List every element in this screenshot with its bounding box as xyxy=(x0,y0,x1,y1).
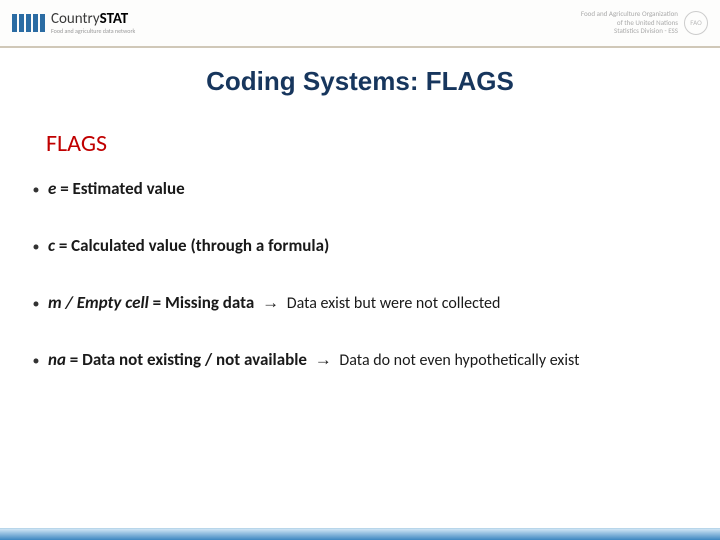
logo-subtitle: Food and agriculture data network xyxy=(51,28,135,34)
flag-code: na xyxy=(48,349,66,370)
flag-code: c xyxy=(48,235,55,256)
bullet-list: • e = Estimated value • c = Calculated v… xyxy=(0,158,720,370)
fao-text: Food and Agriculture Organization of the… xyxy=(581,10,678,35)
flag-code: m / Empty cell xyxy=(48,292,149,313)
flag-eq: = xyxy=(149,292,165,313)
section-heading: FLAGS xyxy=(46,129,720,158)
list-item: • c = Calculated value (through a formul… xyxy=(24,235,696,256)
list-item: • e = Estimated value xyxy=(24,178,696,199)
list-item: • m / Empty cell = Missing data → Data e… xyxy=(24,292,696,313)
flag-label: Calculated value (through a formula) xyxy=(71,235,329,256)
bullet-text: na = Data not existing / not available →… xyxy=(48,349,579,370)
bullet-dot-icon: • xyxy=(24,295,48,312)
flag-label: Data not existing / not available xyxy=(82,349,311,370)
bullet-text: m / Empty cell = Missing data → Data exi… xyxy=(48,292,500,313)
slide-title: Coding Systems: FLAGS xyxy=(0,66,720,97)
logo-plain: Country xyxy=(51,10,100,28)
flag-explanation: Data exist but were not collected xyxy=(283,294,500,313)
logo-main: CountrySTAT xyxy=(51,12,135,27)
bullet-dot-icon: • xyxy=(24,238,48,255)
flag-eq: = xyxy=(56,178,72,199)
arrow-icon: → xyxy=(262,293,279,312)
flag-label: Missing data xyxy=(165,292,258,313)
flag-eq: = xyxy=(66,349,82,370)
bullet-text: e = Estimated value xyxy=(48,178,185,199)
list-item: • na = Data not existing / not available… xyxy=(24,349,696,370)
bullet-dot-icon: • xyxy=(24,181,48,198)
flag-explanation: Data do not even hypothetically exist xyxy=(336,351,580,370)
bullet-text: c = Calculated value (through a formula) xyxy=(48,235,329,256)
header-right: Food and Agriculture Organization of the… xyxy=(581,10,708,35)
slide-header: CountrySTAT Food and agriculture data ne… xyxy=(0,0,720,48)
arrow-icon: → xyxy=(315,350,332,369)
bullet-dot-icon: • xyxy=(24,352,48,369)
flag-eq: = xyxy=(55,235,71,256)
logo-text: CountrySTAT Food and agriculture data ne… xyxy=(51,12,135,34)
fao-line3: Statistics Division - ESS xyxy=(581,27,678,35)
fao-logo-icon: FAO xyxy=(684,11,708,35)
logo-bold: STAT xyxy=(100,10,129,28)
flag-label: Estimated value xyxy=(73,178,185,199)
slide-footer-bar xyxy=(0,528,720,540)
brand-logo: CountrySTAT Food and agriculture data ne… xyxy=(12,12,135,34)
logo-bars-icon xyxy=(12,14,45,32)
